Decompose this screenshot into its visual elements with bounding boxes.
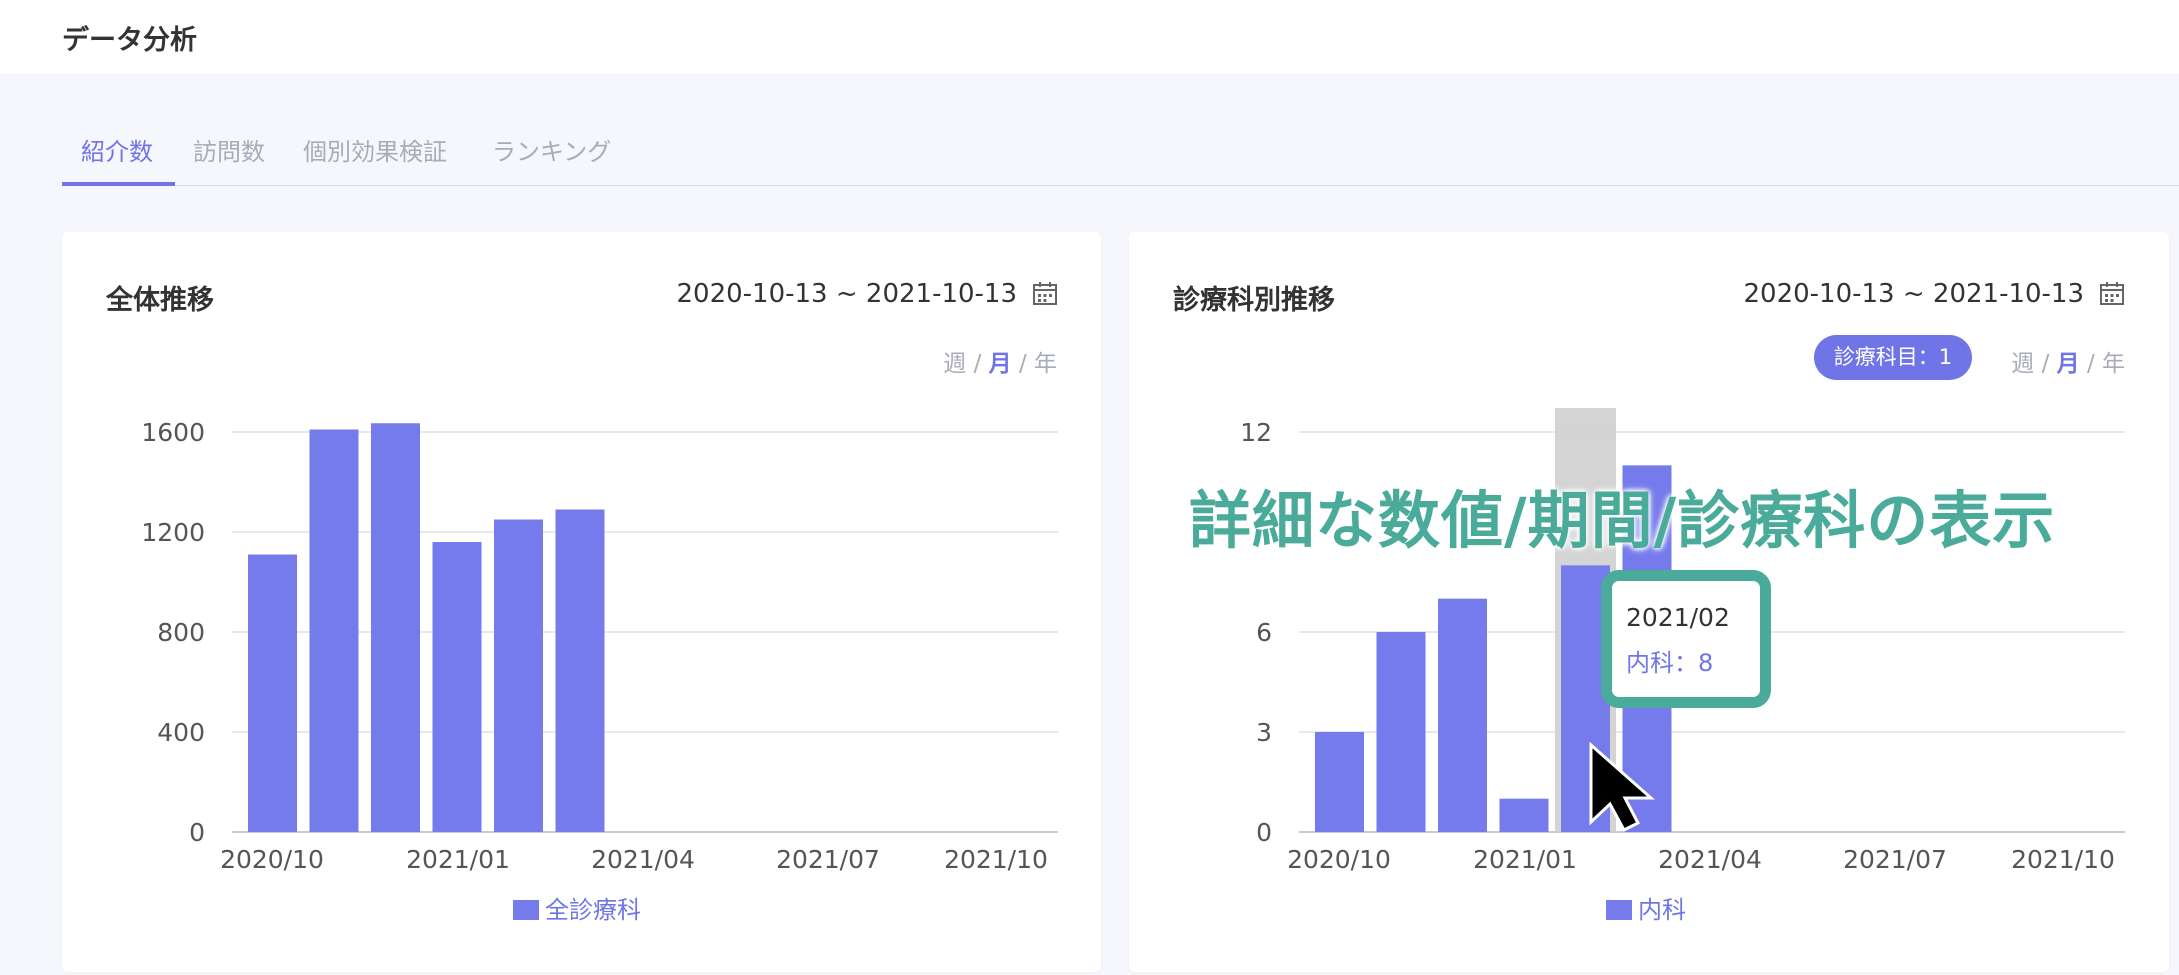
bar-2020-12 [1438,598,1487,832]
mouse-cursor-icon [1589,742,1655,832]
annotation-caption: 詳細な数値/期間/診療科の表示 [1189,484,2056,557]
chart-legend[interactable]: 内科 [1606,890,1686,925]
bar-2020-11 [1376,632,1426,832]
active-tab-indicator [62,182,175,186]
bar-2021-01 [432,542,482,832]
legend-swatch [513,900,539,920]
bar-2021-03 [555,509,605,832]
legend-label: 内科 [1638,896,1686,924]
bar-2020-11 [309,429,359,832]
y-tick-label: 800 [157,618,205,647]
bar-2020-10 [248,554,297,832]
x-tick-label: 2021/07 [1843,845,1947,874]
top-bar: データ分析 [0,0,2179,74]
tab-individual-effect[interactable]: 個別効果検証 [303,132,447,167]
tab-visits[interactable]: 訪問数 [193,132,265,167]
overall-bar-chart: 0 400 800 1200 1600 2020/10 2021/01 2021/04 2021… [141,418,1058,874]
y-tick-label: 3 [1256,718,1272,747]
y-tick-label: 1600 [141,418,205,447]
y-tick-label: 6 [1256,618,1272,647]
x-tick-label: 2021/10 [944,845,1048,874]
y-tick-label: 12 [1240,418,1272,447]
x-tick-label: 2020/10 [1287,845,1391,874]
chart-tooltip: 2021/02 内科：8 [1601,570,1771,708]
y-tick-label: 1200 [141,518,205,547]
x-tick-label: 2021/04 [1658,845,1762,874]
chart-legend[interactable]: 全診療科 [513,890,641,925]
x-tick-label: 2021/01 [1473,845,1577,874]
x-tick-label: 2020/10 [220,845,324,874]
legend-label: 全診療科 [545,896,641,924]
x-tick-label: 2021/10 [2011,845,2115,874]
tooltip-value: 内科：8 [1626,649,1714,677]
x-tick-label: 2021/01 [406,845,510,874]
bar-2020-10 [1315,732,1364,832]
tooltip-date: 2021/02 [1626,603,1730,632]
tab-ranking[interactable]: ランキング [492,132,611,167]
tab-bar: 紹介数 訪問数 個別効果検証 ランキング [62,124,2179,186]
bar-2021-02 [494,519,543,832]
x-tick-label: 2021/04 [591,845,695,874]
overall-trend-card: 全体推移 2020-10-13 ~ 2021-10-13 週 / 月 / 年 0… [62,232,1101,972]
x-tick-label: 2021/07 [776,845,880,874]
page-title: データ分析 [62,25,197,56]
bar-2021-01 [1499,798,1549,832]
tab-referrals[interactable]: 紹介数 [81,132,153,167]
y-tick-label: 0 [189,818,205,847]
bar-2020-12 [371,423,420,832]
legend-swatch [1606,900,1632,920]
y-tick-label: 400 [157,718,205,747]
y-tick-label: 0 [1256,818,1272,847]
